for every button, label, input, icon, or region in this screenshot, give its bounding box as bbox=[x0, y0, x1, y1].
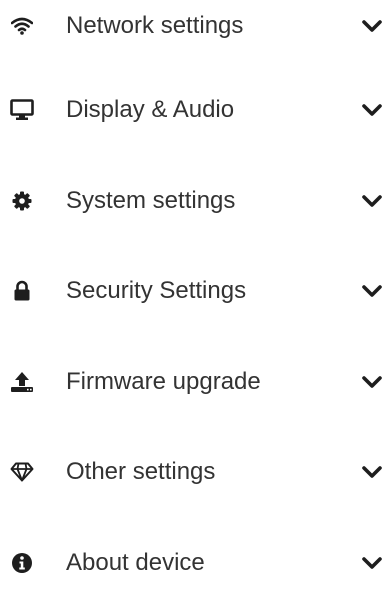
menu-item-network-settings[interactable]: Network settings bbox=[0, 0, 392, 56]
menu-item-other-settings[interactable]: Other settings bbox=[0, 446, 392, 502]
info-icon bbox=[9, 550, 35, 576]
menu-item-label: Other settings bbox=[66, 458, 216, 485]
monitor-icon bbox=[9, 97, 35, 123]
menu-item-about-device[interactable]: About device bbox=[0, 537, 392, 593]
chevron-down-icon[interactable] bbox=[360, 191, 384, 211]
chevron-down-icon[interactable] bbox=[360, 281, 384, 301]
menu-item-system-settings[interactable]: System settings bbox=[0, 175, 392, 231]
chevron-down-icon[interactable] bbox=[360, 553, 384, 573]
menu-item-label: Firmware upgrade bbox=[66, 368, 261, 395]
chevron-down-icon[interactable] bbox=[360, 462, 384, 482]
upload-icon bbox=[9, 369, 35, 395]
chevron-down-icon[interactable] bbox=[360, 100, 384, 120]
lock-icon bbox=[9, 278, 35, 304]
gear-icon bbox=[9, 188, 35, 214]
menu-item-firmware-upgrade[interactable]: Firmware upgrade bbox=[0, 356, 392, 412]
menu-item-label: Display & Audio bbox=[66, 96, 235, 123]
menu-item-label: About device bbox=[66, 549, 205, 576]
menu-item-display-audio[interactable]: Display & Audio bbox=[0, 84, 392, 140]
menu-item-label: Security Settings bbox=[66, 277, 247, 304]
diamond-icon bbox=[9, 459, 35, 485]
chevron-down-icon[interactable] bbox=[360, 372, 384, 392]
settings-menu: Network settings Display & Audio System … bbox=[0, 0, 392, 578]
chevron-down-icon[interactable] bbox=[360, 16, 384, 36]
wifi-icon bbox=[9, 13, 35, 39]
menu-item-label: System settings bbox=[66, 187, 236, 214]
menu-item-security-settings[interactable]: Security Settings bbox=[0, 265, 392, 321]
menu-item-label: Network settings bbox=[66, 12, 244, 39]
